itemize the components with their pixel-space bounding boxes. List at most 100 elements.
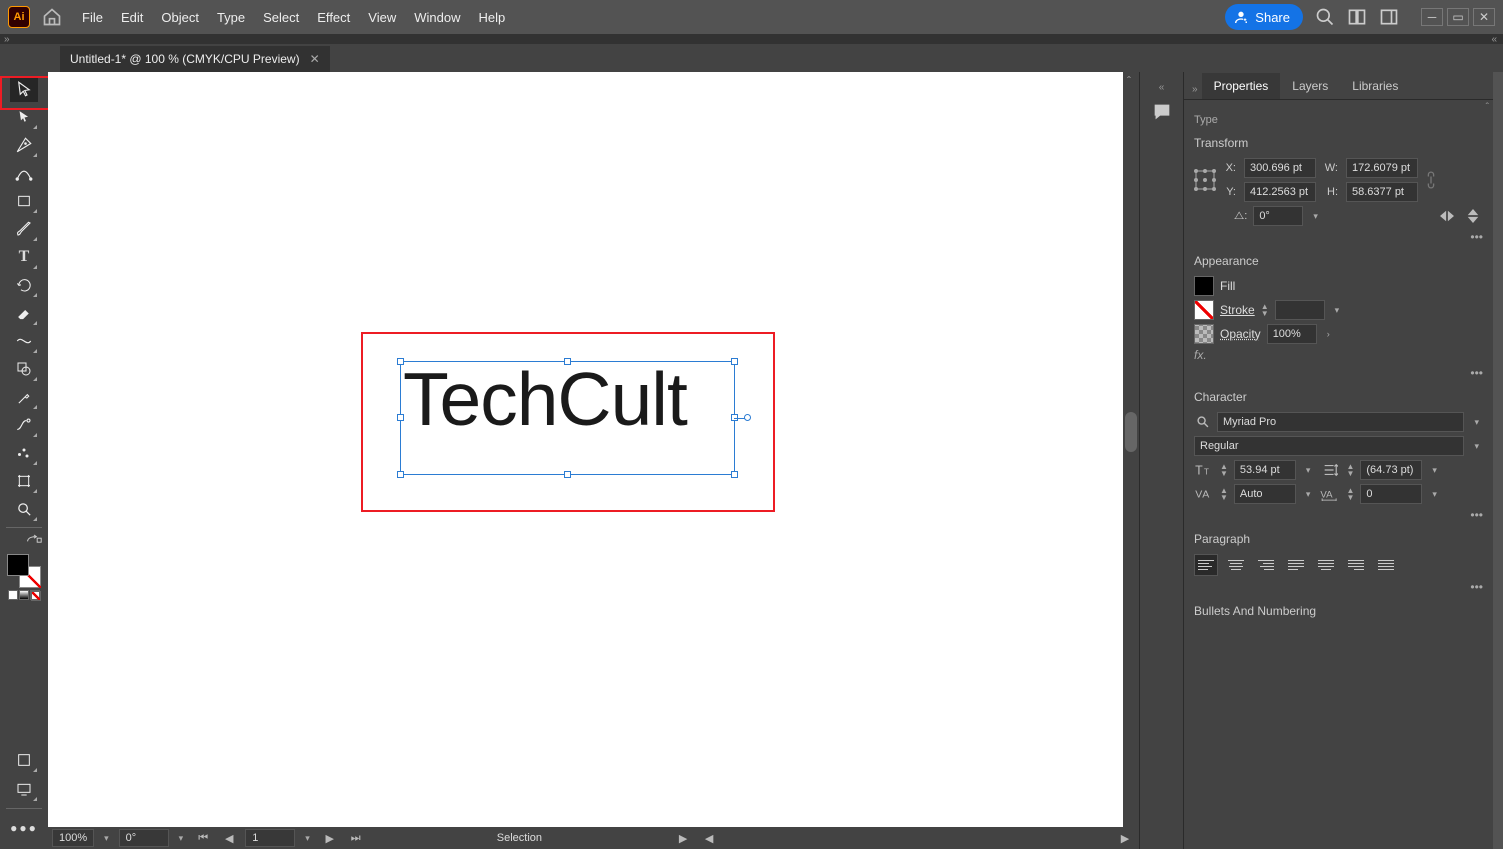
minimize-button[interactable]: ─	[1421, 8, 1443, 26]
align-right-button[interactable]	[1254, 554, 1278, 576]
zoom-field[interactable]: 100%	[52, 829, 94, 847]
rotate-tool[interactable]	[10, 272, 38, 298]
anchor-handle[interactable]	[744, 414, 751, 421]
width-tool[interactable]	[10, 328, 38, 354]
artboard[interactable]: TechCult	[48, 72, 1139, 849]
edit-toolbar-button[interactable]: ●●●	[10, 815, 38, 841]
menu-type[interactable]: Type	[217, 10, 245, 25]
h-field[interactable]	[1346, 182, 1418, 202]
fill-stroke-indicator[interactable]	[7, 554, 41, 588]
align-left-button[interactable]	[1194, 554, 1218, 576]
more-options-icon[interactable]: •••	[1461, 580, 1483, 594]
menu-object[interactable]: Object	[161, 10, 199, 25]
resize-handle[interactable]	[397, 471, 404, 478]
nav-next-icon[interactable]: ▶	[673, 829, 693, 847]
justify-center-button[interactable]	[1314, 554, 1338, 576]
leading-field[interactable]	[1360, 460, 1422, 480]
comments-icon[interactable]	[1151, 101, 1173, 123]
kerning-field[interactable]	[1234, 484, 1296, 504]
chevron-down-icon[interactable]: ▾	[175, 833, 188, 844]
artboard-tool[interactable]	[10, 468, 38, 494]
resize-handle[interactable]	[564, 358, 571, 365]
selection-bounding-box[interactable]	[400, 361, 735, 475]
vertical-scrollbar[interactable]: ˆ	[1123, 72, 1139, 827]
font-size-field[interactable]	[1234, 460, 1296, 480]
gradient-tool[interactable]	[10, 412, 38, 438]
reference-point-icon[interactable]	[1194, 169, 1216, 191]
eyedropper-tool[interactable]	[10, 384, 38, 410]
symbol-sprayer-tool[interactable]	[10, 440, 38, 466]
angle-field[interactable]	[1253, 206, 1303, 226]
flip-vertical-icon[interactable]	[1463, 207, 1483, 225]
x-field[interactable]	[1244, 158, 1316, 178]
rectangle-tool[interactable]	[10, 188, 38, 214]
selection-tool[interactable]	[10, 76, 38, 102]
chevron-down-icon[interactable]: ▾	[1428, 489, 1441, 500]
menu-help[interactable]: Help	[478, 10, 505, 25]
search-icon[interactable]	[1315, 7, 1335, 27]
close-tab-icon[interactable]: ✕	[310, 52, 320, 66]
opacity-swatch[interactable]	[1194, 324, 1214, 344]
chevron-down-icon[interactable]: ▾	[301, 833, 314, 844]
stroke-stepper[interactable]: ▲▼	[1261, 303, 1269, 317]
chevron-down-icon[interactable]: ▾	[1302, 465, 1315, 476]
expand-dock-icon[interactable]: «	[1159, 82, 1165, 93]
resize-handle[interactable]	[397, 358, 404, 365]
expand-toolbar-icon[interactable]: »	[4, 34, 10, 45]
expand-control-icon[interactable]: «	[1491, 34, 1497, 45]
chevron-right-icon[interactable]: ›	[1323, 329, 1334, 339]
align-center-button[interactable]	[1224, 554, 1248, 576]
menu-view[interactable]: View	[368, 10, 396, 25]
type-tool[interactable]: T	[10, 244, 38, 270]
chevron-down-icon[interactable]: ▾	[1470, 417, 1483, 428]
tab-layers[interactable]: Layers	[1280, 73, 1340, 99]
fx-button[interactable]: fx.	[1194, 348, 1207, 362]
first-artboard-icon[interactable]: ⏮	[193, 829, 213, 847]
y-field[interactable]	[1244, 182, 1316, 202]
paintbrush-tool[interactable]	[10, 216, 38, 242]
chevron-down-icon[interactable]: ▾	[1470, 441, 1483, 452]
menu-select[interactable]: Select	[263, 10, 299, 25]
font-search-icon[interactable]	[1194, 413, 1211, 431]
arrange-docs-icon[interactable]	[1347, 7, 1367, 27]
home-icon[interactable]	[42, 7, 62, 27]
font-size-stepper[interactable]: ▲▼	[1220, 463, 1228, 477]
prev-artboard-icon[interactable]: ◀	[219, 829, 239, 847]
shape-builder-tool[interactable]	[10, 356, 38, 382]
justify-left-button[interactable]	[1284, 554, 1308, 576]
next-artboard-icon[interactable]: ▶	[320, 829, 340, 847]
collapse-panel-icon[interactable]: »	[1188, 80, 1202, 99]
rotation-field[interactable]: 0°	[119, 829, 169, 847]
menu-window[interactable]: Window	[414, 10, 460, 25]
chevron-down-icon[interactable]: ▾	[1309, 211, 1322, 222]
menu-file[interactable]: File	[82, 10, 103, 25]
stroke-swatch[interactable]	[1194, 300, 1214, 320]
pen-tool[interactable]	[10, 132, 38, 158]
chevron-down-icon[interactable]: ▾	[100, 833, 113, 844]
color-mode-swatches[interactable]	[8, 590, 40, 600]
resize-handle[interactable]	[731, 358, 738, 365]
fill-swatch[interactable]	[7, 554, 29, 576]
resize-handle[interactable]	[397, 414, 404, 421]
scroll-right-icon[interactable]: ▶	[1115, 829, 1135, 847]
more-options-icon[interactable]: •••	[1461, 230, 1483, 244]
share-button[interactable]: Share	[1225, 4, 1303, 30]
stroke-weight-field[interactable]	[1275, 300, 1325, 320]
chevron-down-icon[interactable]: ▾	[1331, 305, 1344, 316]
menu-effect[interactable]: Effect	[317, 10, 350, 25]
panel-scroll-up-icon[interactable]: ˆ	[1486, 102, 1489, 113]
tab-libraries[interactable]: Libraries	[1340, 73, 1410, 99]
nav-prev-icon[interactable]: ◀	[699, 829, 719, 847]
w-field[interactable]	[1346, 158, 1418, 178]
artboard-field[interactable]: 1	[245, 829, 295, 847]
more-options-icon[interactable]: •••	[1461, 508, 1483, 522]
more-options-icon[interactable]: •••	[1461, 366, 1483, 380]
direct-selection-tool[interactable]	[10, 104, 38, 130]
document-tab[interactable]: Untitled-1* @ 100 % (CMYK/CPU Preview) ✕	[60, 46, 330, 72]
justify-right-button[interactable]	[1344, 554, 1368, 576]
kerning-stepper[interactable]: ▲▼	[1220, 487, 1228, 501]
justify-all-button[interactable]	[1374, 554, 1398, 576]
tracking-stepper[interactable]: ▲▼	[1346, 487, 1354, 501]
last-artboard-icon[interactable]: ⏭	[346, 829, 366, 847]
chevron-down-icon[interactable]: ▾	[1428, 465, 1441, 476]
